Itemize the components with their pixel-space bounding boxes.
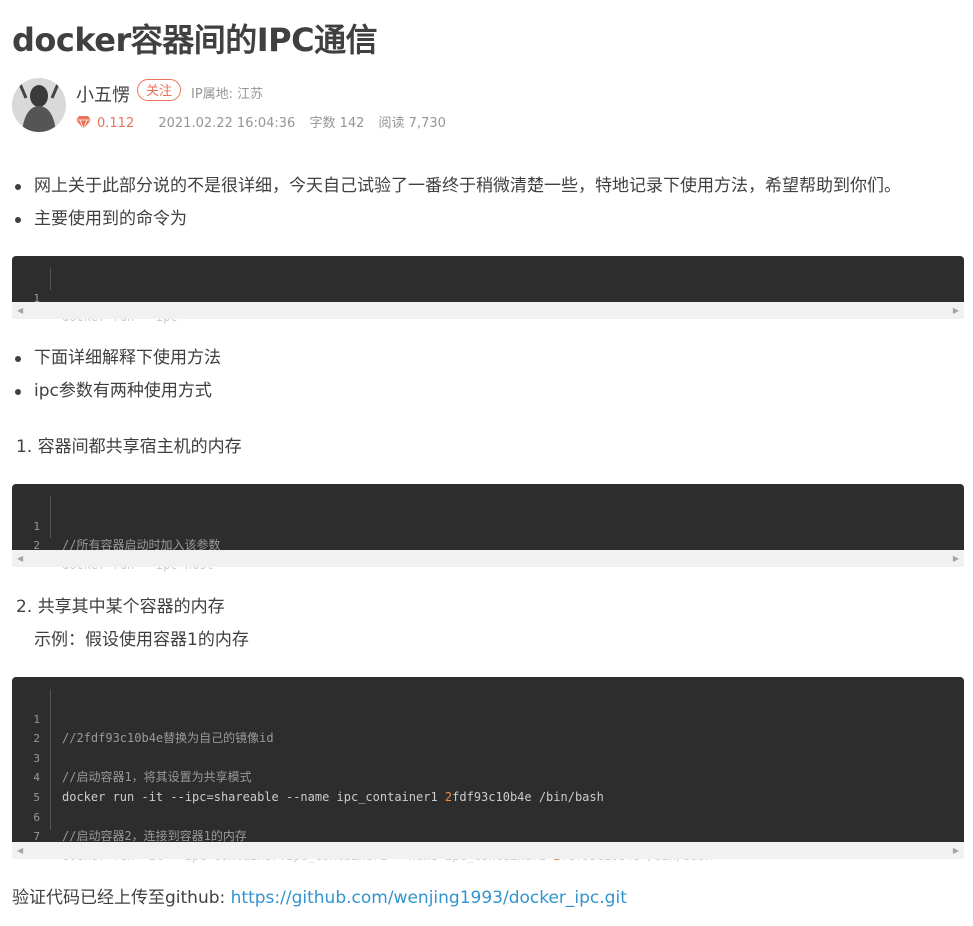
code-line: 4 docker run -it --ipc=shareable --name … xyxy=(33,771,604,804)
footer-text: 验证代码已经上传至github: https://github.com/wenj… xyxy=(12,888,627,908)
list-item: 主要使用到的命令为 xyxy=(12,203,901,236)
diamond-icon xyxy=(76,116,91,129)
scroll-right-icon[interactable]: ▶ xyxy=(953,302,959,319)
list-item: ipc参数有两种使用方式 xyxy=(12,375,221,408)
code-line: 2 xyxy=(33,732,40,746)
code-block-2[interactable]: 1 //所有容器启动时加入该参数 2 docker run --ipc=host xyxy=(12,484,964,572)
publish-date: 2021.02.22 16:04:36 xyxy=(158,116,296,131)
github-link[interactable]: https://github.com/wenjing1993/docker_ip… xyxy=(231,888,627,908)
example-text: 示例：假设使用容器1的内存 xyxy=(34,630,249,650)
diamond-count: 0.112 xyxy=(76,116,148,131)
scroll-left-icon[interactable]: ◀ xyxy=(17,842,23,859)
scroll-left-icon[interactable]: ◀ xyxy=(17,550,23,567)
scroll-right-icon[interactable]: ▶ xyxy=(953,550,959,567)
code-line: 1 docker run --ipc="" xyxy=(33,291,199,325)
code-line: 1 //所有容器启动时加入该参数 xyxy=(33,519,221,553)
code-block-1[interactable]: 1 docker run --ipc="" xyxy=(12,256,964,325)
read-count: 阅读 7,730 xyxy=(378,116,446,131)
code-line: 3 //启动容器1，将其设置为共享模式 xyxy=(33,751,252,785)
ip-location: IP属地: 江苏 xyxy=(191,87,264,102)
list-item: 下面详细解释下使用方法 xyxy=(12,342,221,375)
diamond-value: 0.112 xyxy=(97,116,135,131)
list-item: 网上关于此部分说的不是很详细，今天自己试验了一番终于稍微清楚一些，特地记录下使用… xyxy=(12,170,901,203)
code-line: 7 docker run -it --ipc=container:ipc_con… xyxy=(33,830,712,863)
follow-button[interactable]: 关注 xyxy=(137,79,182,101)
code-block-3[interactable]: 1 //2fdf93c10b4e替换为自己的镜像id 2 3 //启动容器1，将… xyxy=(12,677,964,863)
explain-list: 下面详细解释下使用方法 ipc参数有两种使用方式 xyxy=(12,342,221,408)
scrollbar[interactable]: ◀ ▶ xyxy=(12,842,964,859)
article-meta: 0.112 2021.02.22 16:04:36 字数 142 阅读 7,73… xyxy=(76,112,456,131)
word-count: 字数 142 xyxy=(309,116,365,131)
article-title: docker容器间的IPC通信 xyxy=(12,21,378,59)
code-line: 6 //启动容器2，连接到容器1的内存 xyxy=(33,810,247,844)
code-line: 5 xyxy=(33,790,40,804)
avatar[interactable] xyxy=(12,78,66,132)
item-2: 2. 共享其中某个容器的内存 xyxy=(16,597,225,617)
item-1: 1. 容器间都共享宿主机的内存 xyxy=(16,437,242,457)
code-line: 1 //2fdf93c10b4e替换为自己的镜像id xyxy=(33,712,274,746)
author-name[interactable]: 小五愣 xyxy=(76,81,130,107)
intro-list: 网上关于此部分说的不是很详细，今天自己试验了一番终于稍微清楚一些，特地记录下使用… xyxy=(12,170,901,236)
code-line: 2 docker run --ipc=host xyxy=(33,539,213,572)
scrollbar[interactable]: ◀ ▶ xyxy=(12,550,964,567)
scroll-left-icon[interactable]: ◀ xyxy=(17,302,23,319)
scrollbar[interactable]: ◀ ▶ xyxy=(12,302,964,319)
scroll-right-icon[interactable]: ▶ xyxy=(953,842,959,859)
